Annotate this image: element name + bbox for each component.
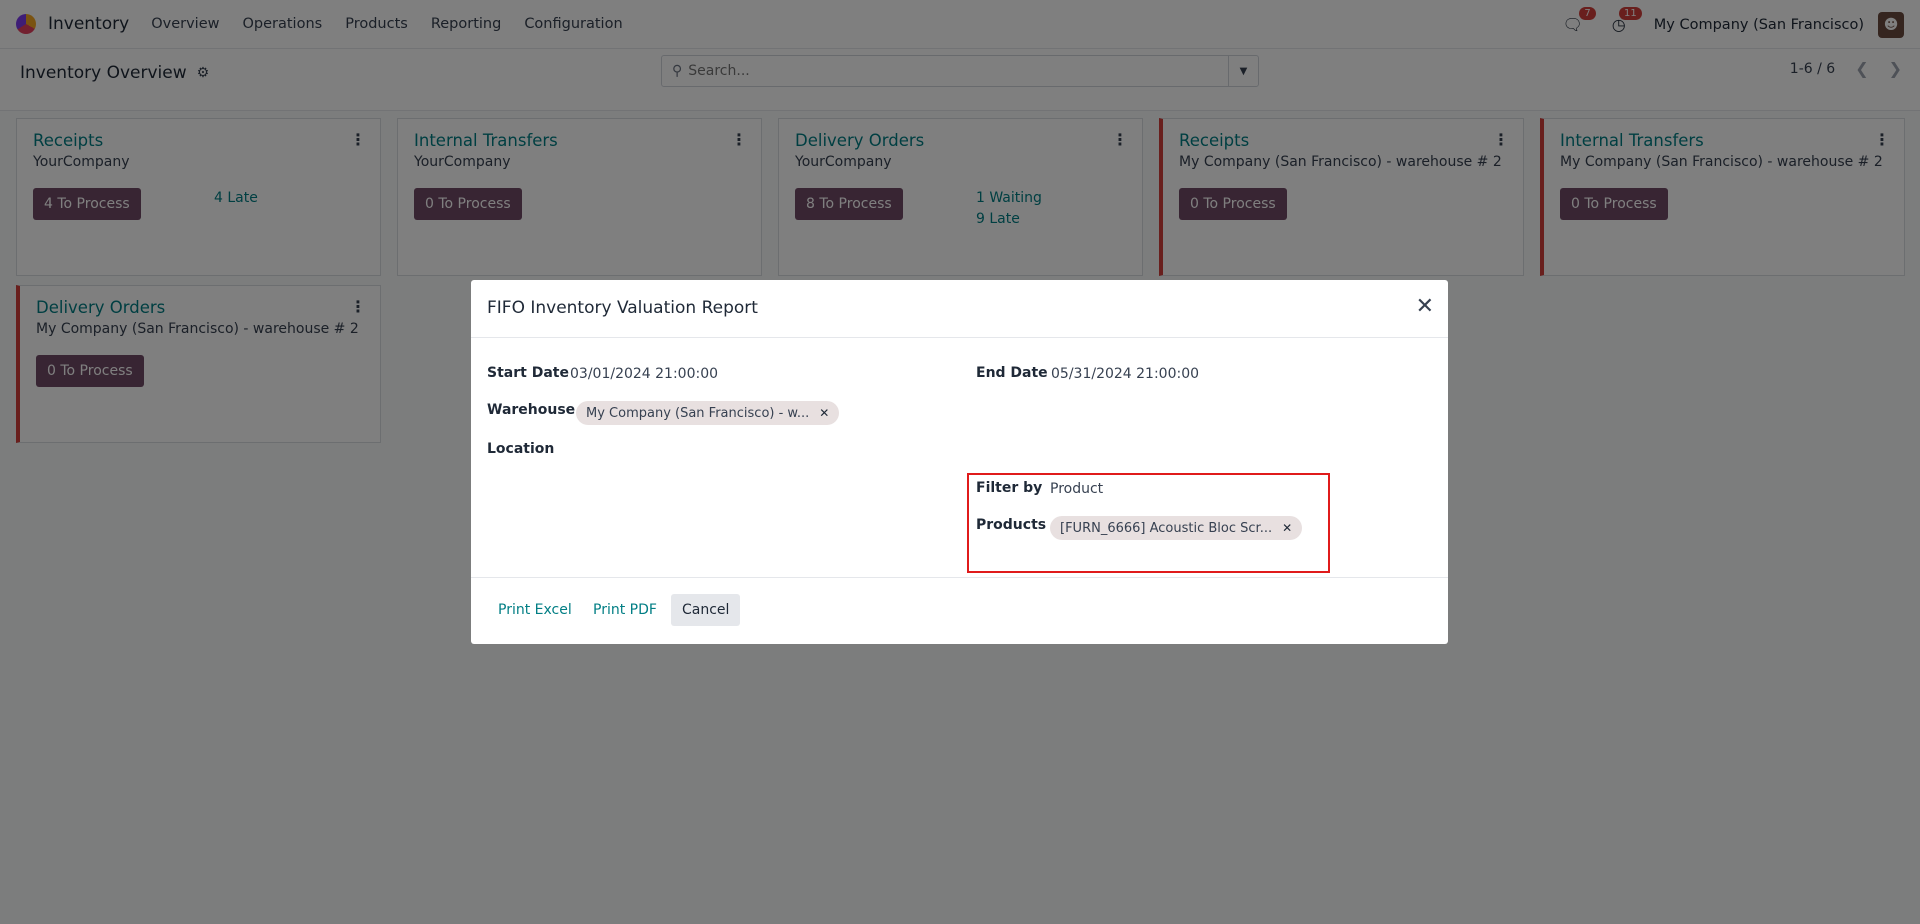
close-icon[interactable]: ✕ [1416,294,1434,319]
product-tag: [FURN_6666] Acoustic Bloc Scr... ✕ [1050,516,1303,540]
remove-tag-icon[interactable]: ✕ [1282,521,1292,535]
end-date-field[interactable]: 05/31/2024 21:00:00 [1051,366,1199,382]
warehouse-tag: My Company (San Francisco) - w... ✕ [576,401,840,425]
dialog-footer: Print Excel Print PDF Cancel [471,577,1448,644]
start-date-label: Start Date [487,365,569,381]
print-excel-button[interactable]: Print Excel [487,594,583,626]
print-pdf-button[interactable]: Print PDF [582,594,668,626]
fifo-valuation-dialog: FIFO Inventory Valuation Report ✕ Start … [471,280,1448,644]
filter-by-label: Filter by [976,480,1043,496]
product-tag-text: [FURN_6666] Acoustic Bloc Scr... [1060,520,1273,536]
end-date-label: End Date [976,365,1048,381]
start-date-field[interactable]: 03/01/2024 21:00:00 [570,366,718,382]
warehouse-label: Warehouse [487,402,576,418]
remove-tag-icon[interactable]: ✕ [819,406,829,420]
location-label: Location [487,441,555,457]
dialog-header: FIFO Inventory Valuation Report ✕ [471,280,1448,338]
dialog-title: FIFO Inventory Valuation Report [487,298,758,318]
cancel-button[interactable]: Cancel [671,594,741,626]
products-label: Products [976,517,1047,533]
filter-by-field[interactable]: Product [1050,481,1103,497]
warehouse-tag-text: My Company (San Francisco) - w... [586,405,810,421]
